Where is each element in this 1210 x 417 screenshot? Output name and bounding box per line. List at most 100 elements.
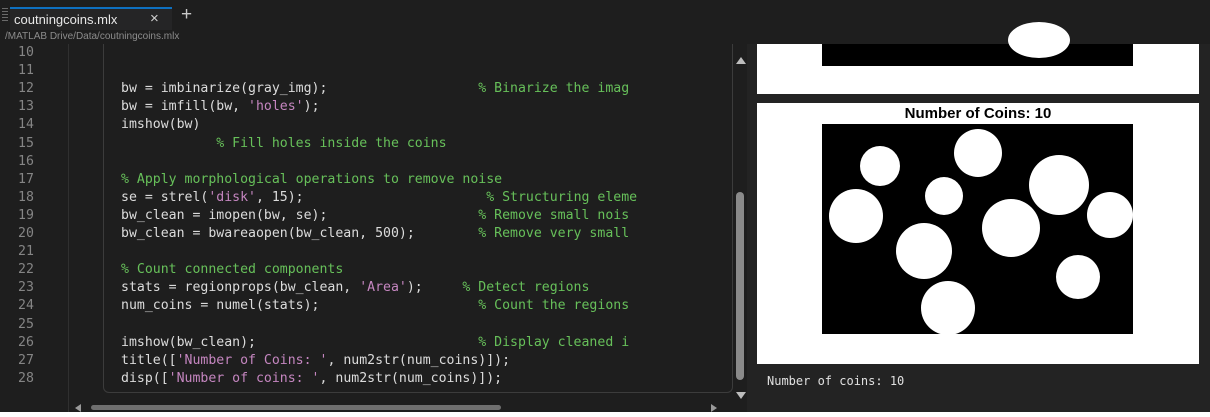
coin-shape [829,189,883,243]
line-number: 17 [18,171,34,187]
code-token: se = strel( [121,189,209,205]
code-line[interactable]: se = strel('disk', 15); % Structuring el… [121,189,637,207]
code-comment: % Structuring eleme [486,189,638,205]
tab-label: coutningcoins.mlx [14,12,118,27]
line-number: 22 [18,262,34,278]
line-number: 15 [18,135,34,151]
horizontal-scrollbar[interactable] [69,402,734,412]
line-number: 13 [18,99,34,115]
code-line[interactable]: bw_clean = imopen(bw, se); % Remove smal… [121,207,629,225]
code-comment: % Remove very small [478,226,630,241]
line-number: 11 [18,63,34,79]
code-area[interactable]: bw = imbinarize(gray_img); % Binarize th… [69,44,734,412]
code-line[interactable]: bw = imfill(bw, 'holes'); [121,98,320,116]
coin-shape [860,146,900,186]
coin-shape [896,223,952,279]
close-icon[interactable]: × [150,10,159,27]
vertical-scrollbar[interactable] [734,44,747,412]
coin-shape [1008,22,1070,58]
line-number: 10 [18,45,34,60]
scroll-left-icon[interactable] [75,404,81,412]
code-line[interactable]: disp(['Number of coins: ', num2str(num_c… [121,370,502,388]
code-comment: % Display cleaned i [478,334,630,350]
tab-coutningcoins[interactable]: coutningcoins.mlx × [10,7,172,30]
code-token: , num2str(num_coins)]); [327,352,511,368]
coin-shape [925,177,963,215]
line-number-gutter: 10 11 12 13 14 15 16 17 18 19 20 21 22 23 24 25 26 27 28 [0,44,69,412]
code-token: disp([ [121,370,169,386]
code-comment: % Count the regions [478,298,630,314]
code-token: ); [303,99,320,115]
line-number: 12 [18,81,34,97]
code-token: , 15); [255,189,487,205]
code-string: 'disk' [208,189,256,205]
code-line[interactable]: stats = regionprops(bw_clean, 'Area'); %… [121,279,589,297]
coin-shape [1087,192,1133,238]
code-token: ); [406,280,463,296]
code-line[interactable]: % Fill holes inside the coins [121,135,447,153]
code-line[interactable]: num_coins = numel(stats); % Count the re… [121,297,629,315]
code-comment: % Fill holes inside the coins [216,135,447,151]
line-number: 14 [18,117,34,133]
line-number: 20 [18,226,34,241]
line-number: 16 [18,153,34,169]
line-number: 24 [18,298,34,314]
code-token: bw = imbinarize(gray_img); [121,81,479,97]
code-line[interactable]: imshow(bw_clean); % Display cleaned i [121,334,629,352]
command-output: Number of coins: 10 [767,374,905,388]
drag-grip-icon[interactable] [2,8,8,22]
code-token: imshow(bw_clean); [121,334,479,350]
add-tab-icon[interactable]: + [181,5,192,25]
code-string: 'Number of coins: ' [168,370,320,386]
coin-shape [982,199,1040,257]
previous-figure-image [822,22,1133,66]
code-token: bw_clean = bwareaopen(bw_clean, 500); [121,226,479,241]
line-number: 28 [18,370,34,386]
code-comment: % Count connected components [121,262,344,278]
code-token: title([ [121,352,177,368]
previous-figure[interactable] [757,22,1199,94]
code-line[interactable]: bw_clean = bwareaopen(bw_clean, 500); % … [121,225,629,243]
coin-shape [1029,155,1089,215]
line-number: 23 [18,280,34,296]
code-comment: % Detect regions [462,280,590,296]
line-number: 26 [18,334,34,350]
code-string: 'holes' [248,99,304,115]
coin-shape [954,129,1002,177]
horizontal-scroll-thumb[interactable] [91,405,501,410]
line-number: 18 [18,189,34,205]
line-number: 21 [18,244,34,260]
figure-title: Number of Coins: 10 [904,105,1052,122]
scroll-up-icon[interactable] [736,57,746,64]
code-editor[interactable]: 10 11 12 13 14 15 16 17 18 19 20 21 22 23 24 25 26 27 28 b… [0,44,747,412]
code-line[interactable]: title(['Number of Coins: ', num2str(num_… [121,352,510,370]
code-token: imshow(bw) [121,117,201,133]
file-path: /MATLAB Drive/Data/coutningcoins.mlx [5,31,180,42]
code-line[interactable]: % Count connected components [121,261,343,279]
code-comment: % Apply morphological operations to remo… [121,171,503,187]
code-string: 'Area' [359,280,407,296]
binary-coin-image [822,124,1133,334]
figure-coins[interactable]: Number of Coins: 10 [757,103,1199,364]
coin-shape [921,281,975,334]
code-token: stats = regionprops(bw_clean, [121,280,360,296]
line-number: 25 [18,316,34,332]
code-token: num_coins = numel(stats); [121,298,479,314]
scroll-right-icon[interactable] [711,404,717,412]
scroll-down-icon[interactable] [736,392,746,399]
code-line[interactable]: % Apply morphological operations to remo… [121,171,502,189]
code-string: 'Number of Coins: ' [176,352,328,368]
code-token: , num2str(num_coins)]); [319,370,503,386]
code-comment: % Remove small nois [478,207,630,223]
output-panel: Number of Coins: 10 Number of coins: 10 [747,22,1210,412]
line-number: 19 [18,207,34,223]
code-line[interactable]: bw = imbinarize(gray_img); % Binarize th… [121,80,629,98]
vertical-scroll-thumb[interactable] [736,192,744,380]
code-token: bw = imfill(bw, [121,99,249,115]
code-comment: % Binarize the imag [478,81,630,97]
bottom-edge [0,412,1210,417]
code-token: bw_clean = imopen(bw, se); [121,207,479,223]
code-line[interactable]: imshow(bw) [121,116,200,134]
coin-shape [1056,255,1100,299]
